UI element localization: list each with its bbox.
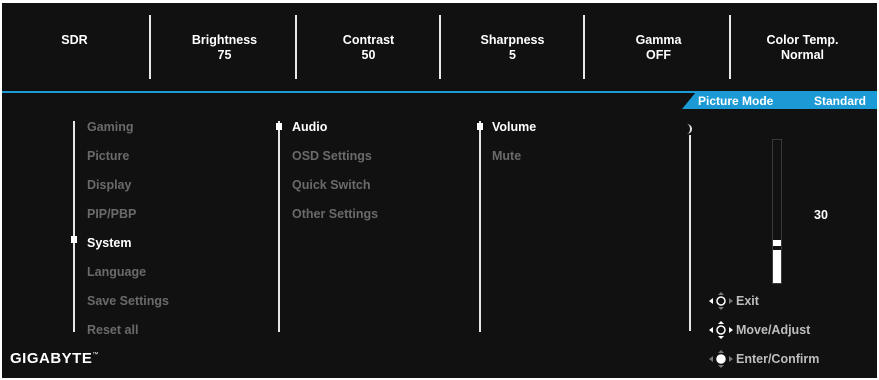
trademark-mark: ™ — [92, 352, 99, 358]
status-brightness-value: 75 — [217, 48, 232, 62]
status-gamma-value: OFF — [646, 48, 671, 62]
menu-item-language[interactable]: Language — [87, 265, 146, 279]
joystick-press-icon — [709, 350, 733, 368]
submenu-item-other-settings[interactable]: Other Settings — [292, 207, 378, 221]
submenu-item-quick-switch[interactable]: Quick Switch — [292, 178, 371, 192]
status-dynamic-range-label: SDR — [61, 33, 88, 47]
brand-name: GIGABYTE — [10, 350, 93, 367]
status-sharpness-label: Sharpness — [480, 33, 545, 47]
status-divider — [583, 15, 585, 79]
menu-item-system[interactable]: System — [87, 236, 131, 250]
status-divider — [149, 15, 151, 79]
status-gamma-label: Gamma — [635, 33, 682, 47]
hint-exit-label: Exit — [736, 294, 759, 308]
menu-item-save-settings[interactable]: Save Settings — [87, 294, 169, 308]
main-menu-bar — [73, 121, 75, 332]
hint-move-adjust-label: Move/Adjust — [736, 323, 811, 337]
status-dynamic-range: SDR — [2, 33, 147, 48]
osd-menu: SDR Brightness 75 Contrast 50 Sharpness … — [2, 3, 877, 378]
status-color-temp: Color Temp. Normal — [730, 33, 875, 63]
joystick-all-directions-icon — [709, 321, 733, 339]
status-contrast-value: 50 — [361, 48, 376, 62]
gigabyte-logo: GIGABYTE™ — [10, 350, 99, 367]
audio-menu-bar — [479, 121, 481, 332]
submenu-item-audio[interactable]: Audio — [292, 120, 327, 134]
menu-item-pip-pbp[interactable]: PIP/PBP — [87, 207, 136, 221]
panel-bracket — [686, 124, 692, 134]
hint-enter-confirm-label: Enter/Confirm — [736, 352, 820, 366]
status-bar: SDR Brightness 75 Contrast 50 Sharpness … — [2, 3, 877, 89]
status-gamma: Gamma OFF — [586, 33, 731, 63]
status-contrast-label: Contrast — [342, 33, 395, 47]
submenu-item-mute[interactable]: Mute — [492, 149, 521, 163]
menu-item-reset-all[interactable]: Reset all — [87, 323, 138, 337]
selection-marker — [71, 236, 77, 243]
system-menu-bar — [278, 121, 280, 332]
status-color-temp-label: Color Temp. — [766, 33, 839, 47]
picture-mode-value: Standard — [814, 94, 867, 108]
volume-slider-handle[interactable] — [773, 246, 781, 250]
status-brightness: Brightness 75 — [152, 33, 297, 63]
menu-item-display[interactable]: Display — [87, 178, 131, 192]
picture-mode-label: Picture Mode — [698, 94, 774, 108]
joystick-left-icon — [709, 292, 733, 310]
status-contrast: Contrast 50 — [296, 33, 441, 63]
adjust-panel-bar — [689, 135, 691, 331]
submenu-item-osd-settings[interactable]: OSD Settings — [292, 149, 372, 163]
submenu-item-volume[interactable]: Volume — [492, 120, 536, 134]
status-sharpness: Sharpness 5 — [440, 33, 585, 63]
selection-marker — [276, 123, 282, 130]
status-sharpness-value: 5 — [509, 48, 516, 62]
menu-item-gaming[interactable]: Gaming — [87, 120, 134, 134]
status-color-temp-value: Normal — [780, 48, 825, 62]
status-brightness-label: Brightness — [191, 33, 258, 47]
selection-marker — [477, 123, 483, 130]
menu-item-picture[interactable]: Picture — [87, 149, 129, 163]
volume-value: 30 — [814, 208, 828, 222]
